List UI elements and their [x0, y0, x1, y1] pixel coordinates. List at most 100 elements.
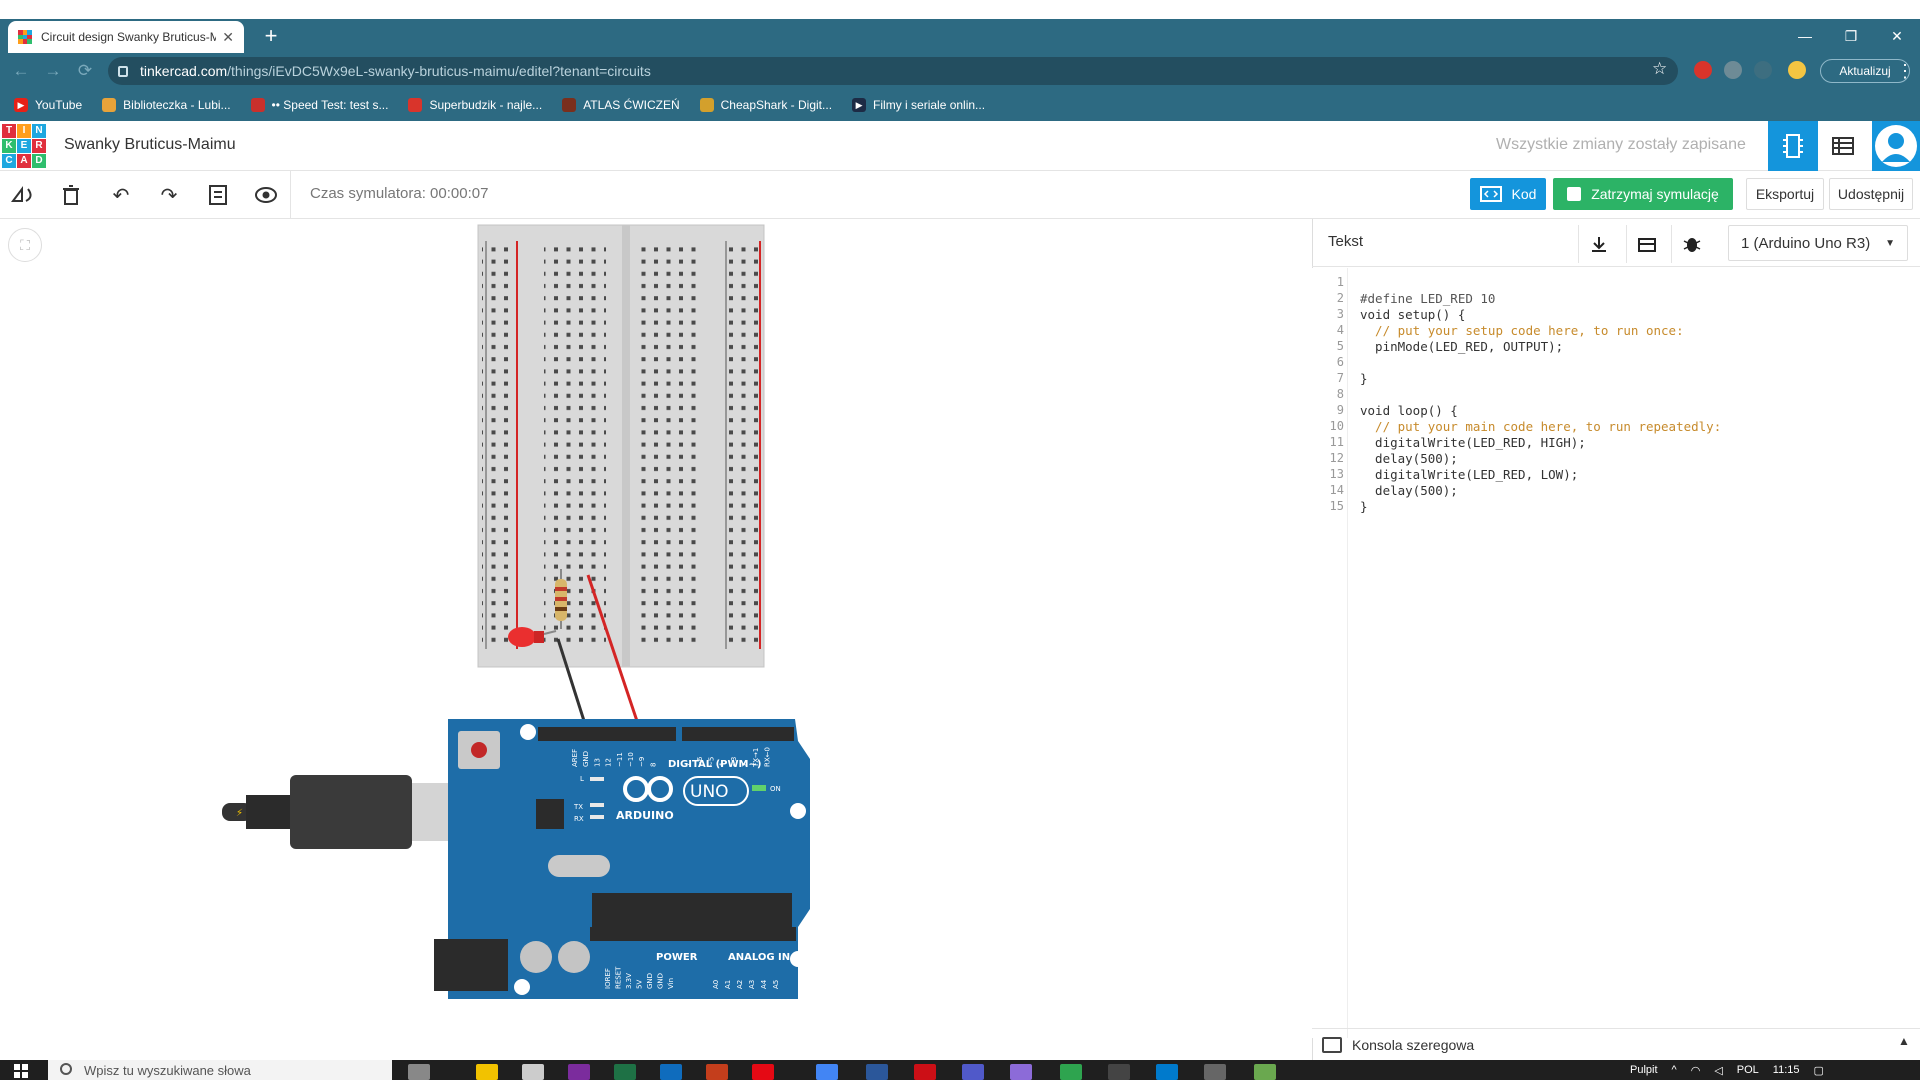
breadboard[interactable]: [477, 224, 765, 668]
bookmark-atlas[interactable]: ATLAS ĆWICZEŃ: [562, 98, 680, 112]
windows-start-icon[interactable]: [14, 1064, 28, 1078]
bookmark-biblioteczka[interactable]: Biblioteczka - Lubi...: [102, 98, 231, 112]
library-icon: [1637, 238, 1656, 252]
digital-pin-label: RX←0: [763, 747, 771, 767]
redo-button[interactable]: ↷: [154, 180, 184, 210]
code-line[interactable]: delay(500);: [1360, 451, 1458, 466]
language-indicator[interactable]: POL: [1737, 1064, 1759, 1076]
code-line[interactable]: }: [1360, 371, 1368, 386]
tab-close-icon[interactable]: ✕: [222, 29, 234, 46]
rotate-button[interactable]: [8, 180, 38, 210]
code-mode-select[interactable]: Tekst: [1328, 233, 1363, 250]
app-icon[interactable]: [1010, 1064, 1032, 1080]
new-tab-button[interactable]: +: [258, 24, 284, 50]
code-line[interactable]: digitalWrite(LED_RED, HIGH);: [1360, 435, 1586, 450]
aref-pin-label: ~9: [638, 757, 646, 767]
chevron-up-icon[interactable]: ▲: [1898, 1034, 1910, 1048]
opera-icon[interactable]: [914, 1064, 936, 1080]
bookmark-speedtest[interactable]: •• Speed Test: test s...: [250, 98, 388, 112]
bookmark-superbudzik[interactable]: Superbudzik - najle...: [408, 98, 542, 112]
extension-gear-icon[interactable]: [1724, 61, 1742, 79]
chevron-up-tray-icon[interactable]: ^: [1672, 1064, 1677, 1076]
share-button[interactable]: Udostępnij: [1829, 178, 1913, 210]
user-avatar[interactable]: [1872, 121, 1920, 171]
url-field[interactable]: tinkercad.com /things/iEvDC5Wx9eL-swanky…: [108, 57, 1678, 85]
code-line[interactable]: void setup() {: [1360, 307, 1465, 322]
code-line[interactable]: delay(500);: [1360, 483, 1458, 498]
code-line[interactable]: // put your setup code here, to run once…: [1360, 323, 1684, 338]
list-table-icon: [1832, 137, 1854, 155]
taskbar-search-input[interactable]: Wpisz tu wyszukiwane słowa: [48, 1060, 392, 1080]
line-number: 1: [1336, 275, 1344, 289]
export-button[interactable]: Eksportuj: [1746, 178, 1824, 210]
notes-button[interactable]: [203, 180, 233, 210]
libraries-button[interactable]: [1626, 225, 1666, 263]
clock[interactable]: 11:15: [1773, 1064, 1800, 1076]
onenote-icon[interactable]: [568, 1064, 590, 1080]
bookmark-youtube[interactable]: ▶ YouTube: [14, 98, 82, 112]
component-list-button[interactable]: [1818, 121, 1868, 171]
code-line[interactable]: }: [1360, 499, 1368, 514]
code-button[interactable]: Kod: [1470, 178, 1546, 210]
line-number: 14: [1329, 483, 1344, 497]
undo-button[interactable]: ↶: [106, 180, 136, 210]
code-line[interactable]: digitalWrite(LED_RED, LOW);: [1360, 467, 1578, 482]
powerpoint-icon[interactable]: [706, 1064, 728, 1080]
code-line[interactable]: #define LED_RED 10: [1360, 291, 1495, 306]
netflix-icon[interactable]: [752, 1064, 774, 1080]
line-number: 6: [1336, 355, 1344, 369]
bookmark-star-icon[interactable]: ☆: [1652, 59, 1667, 79]
word-icon[interactable]: [866, 1064, 888, 1080]
line-number: 5: [1336, 339, 1344, 353]
maximize-button[interactable]: ❐: [1828, 19, 1874, 53]
code-line[interactable]: // put your main code here, to run repea…: [1360, 419, 1721, 434]
extension-icon[interactable]: [1754, 61, 1772, 79]
code-line[interactable]: pinMode(LED_RED, OUTPUT);: [1360, 339, 1563, 354]
chrome-icon[interactable]: [816, 1064, 838, 1080]
teams-icon[interactable]: [962, 1064, 984, 1080]
rotate-icon: [11, 186, 32, 202]
app-icon-2[interactable]: [1204, 1064, 1226, 1080]
forward-button[interactable]: →: [40, 58, 66, 84]
browser-tab[interactable]: Circuit design Swanky Bruticus-M ✕: [8, 21, 244, 53]
app-icon-3[interactable]: [1254, 1064, 1276, 1080]
terminal-icon[interactable]: [1108, 1064, 1130, 1080]
serial-monitor-toggle[interactable]: Konsola szeregowa: [1312, 1028, 1920, 1060]
reload-button[interactable]: ⟳: [72, 58, 98, 84]
wifi-icon[interactable]: ◠: [1691, 1064, 1701, 1077]
notifications-icon[interactable]: ▢: [1814, 1064, 1824, 1077]
bookmark-filmy[interactable]: ▶ Filmy i seriale onlin...: [852, 98, 985, 112]
download-code-button[interactable]: [1578, 225, 1618, 263]
board-select[interactable]: 1 (Arduino Uno R3) ▼: [1728, 225, 1908, 261]
vscode-icon[interactable]: [1156, 1064, 1178, 1080]
calculator-icon[interactable]: [1060, 1064, 1082, 1080]
minimize-button[interactable]: —: [1782, 19, 1828, 53]
debugger-button[interactable]: [1671, 225, 1711, 263]
on-label: ON: [770, 785, 781, 793]
extension-adblock-icon[interactable]: [1694, 61, 1712, 79]
alarm-clock-icon: [408, 98, 423, 112]
window-top-strip: [0, 0, 1920, 19]
volume-icon[interactable]: ◁: [1714, 1064, 1722, 1077]
excel-icon[interactable]: [614, 1064, 636, 1080]
browser-menu-icon[interactable]: ⋮: [1896, 58, 1914, 84]
stop-simulation-button[interactable]: Zatrzymaj symulację: [1553, 178, 1733, 210]
task-view-icon[interactable]: [408, 1064, 430, 1080]
delete-button[interactable]: [56, 180, 86, 210]
file-explorer-icon[interactable]: [476, 1064, 498, 1080]
close-window-button[interactable]: ✕: [1874, 19, 1920, 53]
back-button[interactable]: ←: [8, 58, 34, 84]
design-name[interactable]: Swanky Bruticus-Maimu: [64, 136, 236, 154]
outlook-icon[interactable]: [660, 1064, 682, 1080]
bookmark-cheapshark[interactable]: CheapShark - Digit...: [699, 98, 832, 112]
store-icon[interactable]: [522, 1064, 544, 1080]
profile-avatar-icon[interactable]: [1788, 61, 1806, 79]
view-notes-button[interactable]: [251, 180, 281, 210]
components-button[interactable]: [1768, 121, 1818, 171]
tinkercad-logo[interactable]: T I N K E R C A D: [2, 124, 46, 168]
download-icon: [1591, 237, 1606, 252]
code-line[interactable]: void loop() {: [1360, 403, 1458, 418]
power-pin-label: IOREF: [604, 968, 612, 989]
desktop-label[interactable]: Pulpit: [1630, 1064, 1658, 1076]
digital-pin-label: 4: [719, 762, 727, 767]
